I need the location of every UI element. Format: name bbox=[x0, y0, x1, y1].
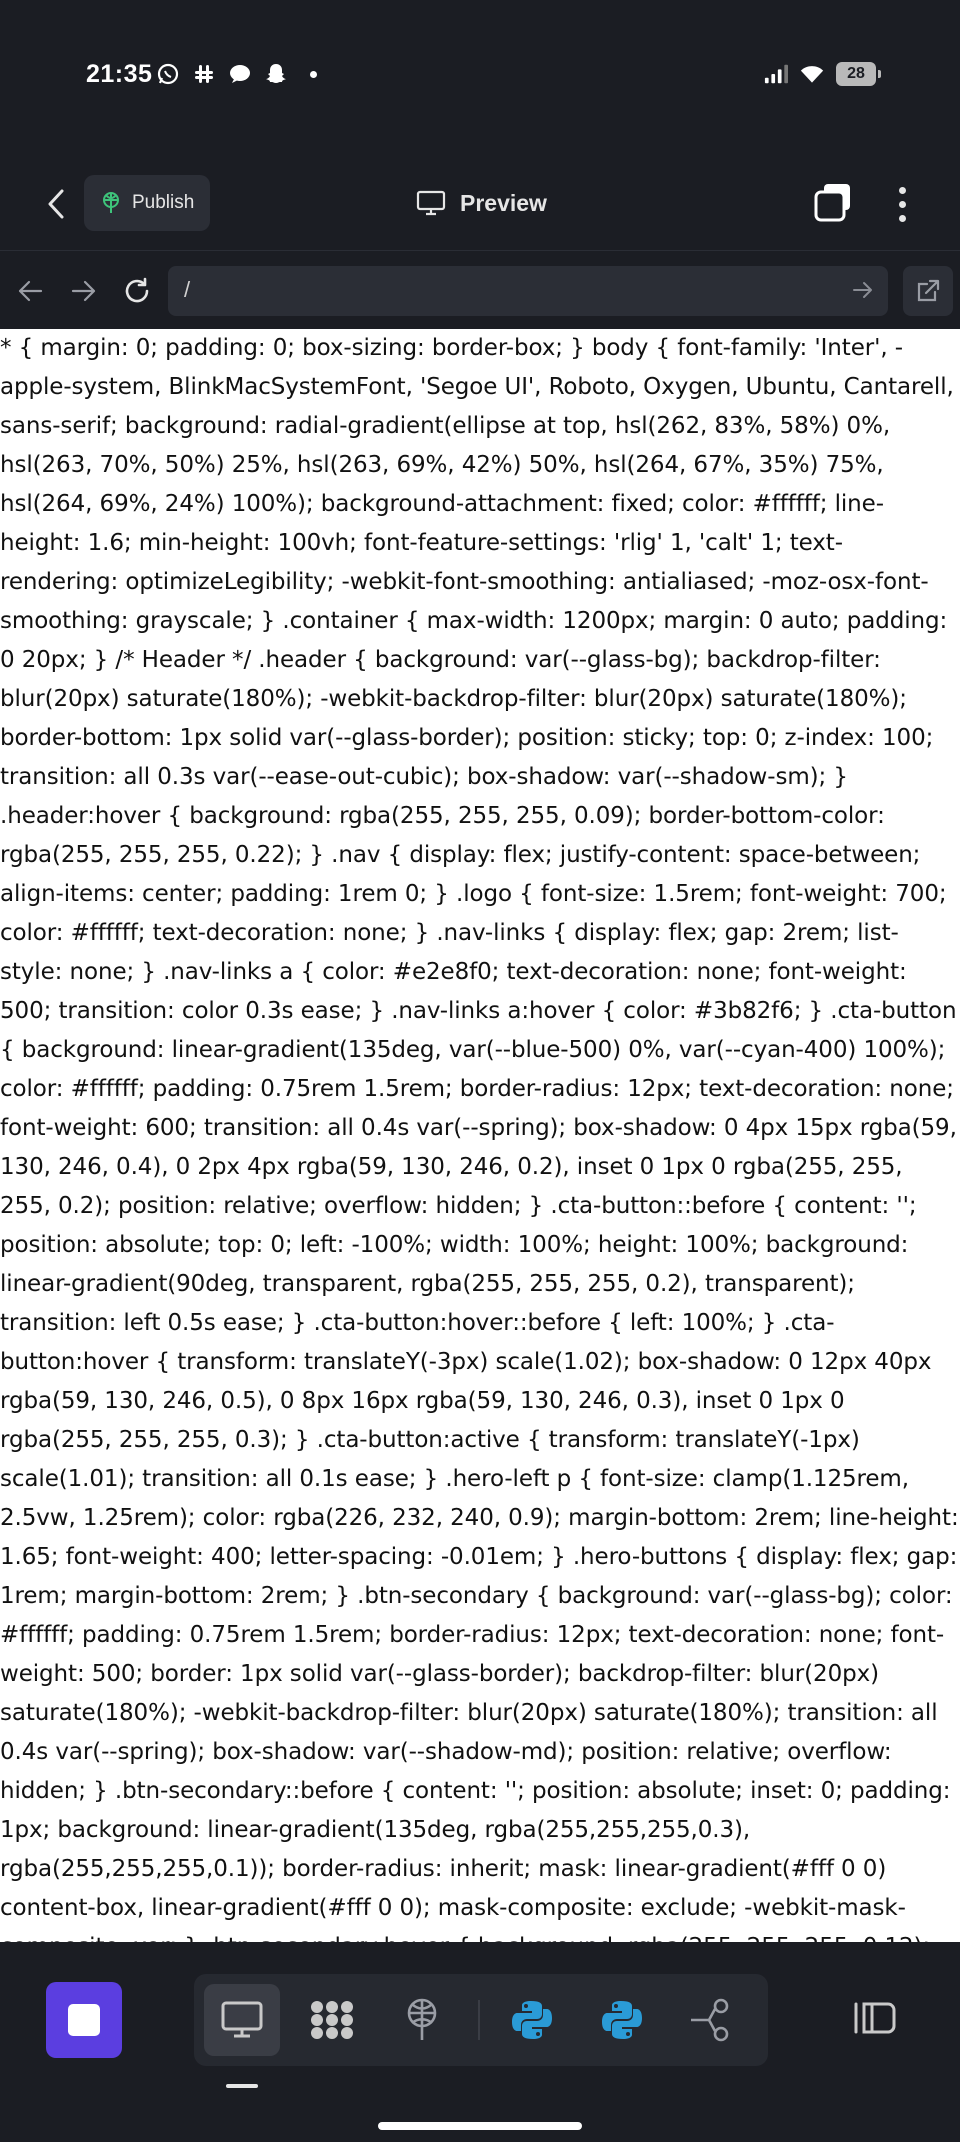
publish-label: Publish bbox=[132, 192, 195, 213]
more-dot-icon bbox=[898, 200, 906, 208]
open-external-button[interactable] bbox=[903, 266, 953, 316]
bottom-dock bbox=[0, 1942, 960, 2142]
arrow-right-icon bbox=[71, 280, 96, 302]
battery-icon: 28 bbox=[836, 62, 881, 86]
reload-icon bbox=[125, 277, 149, 303]
python-tool-button-1[interactable] bbox=[494, 1984, 570, 2056]
preview-content[interactable]: * { margin: 0; padding: 0; box-sizing: b… bbox=[0, 329, 960, 1942]
browser-navbar: / bbox=[0, 251, 960, 329]
reload-button[interactable] bbox=[117, 271, 157, 311]
share-tool-button[interactable] bbox=[674, 1984, 750, 2056]
preview-button[interactable]: Preview bbox=[416, 178, 547, 228]
status-time: 21:35 bbox=[86, 60, 153, 88]
signal-icon bbox=[764, 62, 788, 86]
deploy-icon bbox=[407, 1998, 437, 2040]
publish-button[interactable]: Publish bbox=[84, 175, 210, 231]
apps-tool-button[interactable] bbox=[294, 1984, 370, 2056]
app-toolbar: Publish Preview bbox=[0, 160, 960, 251]
desktop-icon bbox=[221, 2001, 263, 2038]
chevron-left-icon bbox=[48, 189, 64, 219]
share-graph-icon bbox=[691, 1998, 729, 2042]
stop-button[interactable] bbox=[46, 1982, 122, 2058]
deploy-tool-button[interactable] bbox=[384, 1984, 460, 2056]
stop-icon bbox=[68, 2004, 100, 2036]
nav-forward-button[interactable] bbox=[64, 271, 104, 311]
notification-icons bbox=[156, 62, 317, 86]
system-indicators: 28 bbox=[764, 62, 881, 86]
back-button[interactable] bbox=[36, 182, 76, 226]
slack-icon bbox=[192, 62, 216, 86]
tabs-button[interactable] bbox=[812, 182, 860, 226]
monitor-icon bbox=[416, 190, 446, 216]
home-indicator[interactable] bbox=[378, 2122, 582, 2130]
python-icon bbox=[602, 2001, 642, 2039]
tabs-icon bbox=[814, 184, 850, 222]
active-tab-indicator bbox=[226, 2084, 258, 2088]
nav-back-button[interactable] bbox=[10, 271, 50, 311]
go-arrow-icon[interactable] bbox=[852, 279, 874, 306]
desktop-tool-button[interactable] bbox=[204, 1984, 280, 2056]
python-tool-button-2[interactable] bbox=[584, 1984, 660, 2056]
more-dot-icon bbox=[898, 186, 906, 194]
arrow-left-icon bbox=[18, 280, 43, 302]
chat-bubble-icon bbox=[228, 62, 252, 86]
deploy-icon bbox=[103, 192, 119, 213]
preview-label: Preview bbox=[460, 189, 547, 216]
snapchat-icon bbox=[264, 62, 288, 86]
tool-group bbox=[194, 1974, 768, 2066]
status-bar: 21:35 28 bbox=[0, 0, 960, 150]
wifi-icon bbox=[800, 62, 824, 86]
tool-divider bbox=[478, 2000, 480, 2040]
python-icon bbox=[512, 2001, 552, 2039]
apps-grid-icon bbox=[311, 2001, 353, 2039]
url-bar[interactable]: / bbox=[168, 266, 888, 316]
external-link-icon bbox=[917, 279, 940, 302]
notification-dot-icon bbox=[310, 70, 317, 78]
more-dot-icon bbox=[898, 214, 906, 222]
url-text: / bbox=[184, 277, 191, 302]
more-options-button[interactable] bbox=[882, 182, 922, 226]
sidebar-toggle-button[interactable] bbox=[846, 1986, 906, 2050]
sidebar-icon bbox=[854, 2002, 896, 2034]
css-source-text: * { margin: 0; padding: 0; box-sizing: b… bbox=[0, 335, 959, 1942]
whatsapp-icon bbox=[156, 62, 180, 86]
